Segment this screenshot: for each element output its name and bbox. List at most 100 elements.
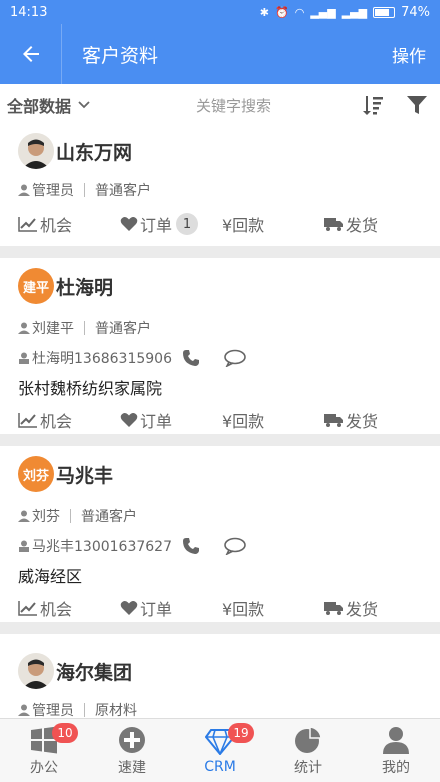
customer-name: 山东万网	[56, 141, 133, 164]
meta-divider	[84, 321, 85, 335]
phone-icon[interactable]	[182, 349, 200, 367]
customer-name: 海尔集团	[56, 661, 133, 684]
order-button[interactable]: 订单	[120, 408, 222, 432]
payment-label: ¥回款	[222, 600, 265, 619]
trend-chart-icon	[18, 601, 37, 616]
operations-button[interactable]: 操作	[392, 42, 426, 67]
order-button[interactable]: 订单	[120, 596, 222, 620]
tab-statistics[interactable]: 统计	[264, 719, 352, 782]
shipment-button[interactable]: 发货	[324, 596, 378, 620]
bottom-tab-bar: 办公 10 速建 CRM 19 统计 我的	[0, 718, 440, 782]
keyword-search-input[interactable]: 关键字搜索	[196, 95, 271, 116]
tab-statistics-label: 统计	[294, 759, 322, 776]
customer-address: 威海经区	[18, 567, 83, 586]
tab-quick-create-label: 速建	[118, 759, 146, 776]
tab-mine[interactable]: 我的	[352, 719, 440, 782]
data-scope-dropdown[interactable]: 全部数据	[0, 93, 190, 117]
customer-type: 普通客户	[81, 509, 137, 525]
arrow-left-icon	[22, 46, 39, 62]
battery-level: 74%	[401, 4, 430, 20]
order-label: 订单	[140, 600, 173, 619]
customer-card[interactable]: 山东万网 管理员 普通客户 机会 订单 1 ¥回款 发货	[0, 126, 440, 246]
data-scope-label: 全部数据	[7, 97, 72, 116]
customer-card[interactable]: 建平 杜海明 刘建平 普通客户 杜海明13686315906 张村魏桥纺织家属院…	[0, 258, 440, 434]
tab-quick-create[interactable]: 速建	[88, 719, 176, 782]
owner-name: 刘建平	[32, 321, 74, 337]
owner-name: 管理员	[32, 183, 74, 199]
meta-divider	[84, 183, 85, 197]
trend-chart-icon	[18, 217, 37, 232]
payment-button[interactable]: ¥回款	[222, 408, 324, 432]
avatar	[18, 653, 54, 689]
user-icon	[18, 322, 30, 334]
heart-icon	[120, 601, 138, 615]
payment-button[interactable]: ¥回款	[222, 212, 324, 236]
meta-divider	[70, 509, 71, 523]
customer-type: 普通客户	[95, 321, 151, 337]
battery-icon	[373, 6, 396, 18]
sort-icon	[363, 96, 383, 115]
tab-office-label: 办公	[30, 759, 58, 776]
payment-label: ¥回款	[222, 412, 265, 431]
opportunity-button[interactable]: 机会	[18, 596, 120, 620]
opportunity-label: 机会	[40, 216, 73, 235]
opportunity-label: 机会	[40, 412, 73, 431]
chat-bubble-icon[interactable]	[224, 537, 246, 555]
order-button[interactable]: 订单 1	[120, 212, 222, 236]
order-label: 订单	[140, 216, 173, 235]
opportunity-button[interactable]: 机会	[18, 408, 120, 432]
plus-circle-icon	[117, 725, 147, 755]
meta-divider	[84, 703, 85, 717]
customer-name: 杜海明	[56, 276, 114, 299]
alarm-icon: ⏰	[275, 5, 289, 19]
avatar: 建平	[18, 268, 54, 304]
truck-icon	[324, 602, 343, 615]
heart-icon	[120, 217, 138, 231]
tab-mine-label: 我的	[382, 759, 410, 776]
shipment-button[interactable]: 发货	[324, 212, 378, 236]
app-header: 客户资料 操作	[0, 24, 440, 84]
tab-office[interactable]: 办公 10	[0, 719, 88, 782]
truck-icon	[324, 414, 343, 427]
chevron-down-icon	[78, 101, 90, 109]
contact-icon	[19, 540, 29, 552]
person-icon	[381, 725, 411, 755]
status-time: 14:13	[10, 4, 48, 20]
shipment-label: 发货	[346, 412, 379, 431]
order-count-badge: 1	[176, 213, 199, 235]
filter-toolbar: 全部数据 关键字搜索	[0, 84, 440, 126]
owner-name: 刘芬	[32, 509, 60, 525]
user-icon	[18, 510, 30, 522]
user-icon	[18, 704, 30, 716]
contact-info: 杜海明13686315906	[32, 351, 172, 367]
opportunity-label: 机会	[40, 600, 73, 619]
trend-chart-icon	[18, 413, 37, 428]
sort-button[interactable]	[360, 92, 386, 118]
customer-card[interactable]: 刘芬 马兆丰 刘芬 普通客户 马兆丰13001637627 威海经区 机会 订单…	[0, 446, 440, 622]
customer-name: 马兆丰	[56, 464, 114, 487]
phone-icon[interactable]	[182, 537, 200, 555]
back-button[interactable]	[0, 24, 62, 84]
signal-2-icon: ▂▄▆	[341, 5, 368, 19]
contact-icon	[19, 352, 29, 364]
filter-button[interactable]	[404, 92, 430, 118]
chat-bubble-icon[interactable]	[224, 349, 246, 367]
tab-crm[interactable]: CRM 19	[176, 719, 264, 782]
shipment-button[interactable]: 发货	[324, 408, 378, 432]
bluetooth-icon: ✱	[259, 5, 269, 19]
customer-card[interactable]: 海尔集团 管理员 原材料	[0, 634, 440, 718]
pie-chart-icon	[293, 725, 323, 755]
filter-icon	[407, 96, 427, 114]
notification-badge: 10	[52, 723, 78, 743]
status-bar: 14:13 ✱ ⏰ ◠ ▂▄▆ ▂▄▆ 74%	[0, 0, 440, 24]
shipment-label: 发货	[346, 600, 379, 619]
payment-label: ¥回款	[222, 216, 265, 235]
avatar	[18, 133, 54, 169]
tab-crm-label: CRM	[204, 758, 236, 775]
opportunity-button[interactable]: 机会	[18, 212, 120, 236]
signal-icon: ▂▄▆	[310, 5, 336, 19]
customer-type: 普通客户	[95, 183, 151, 199]
payment-button[interactable]: ¥回款	[222, 596, 324, 620]
notification-badge: 19	[228, 723, 254, 743]
customer-address: 张村魏桥纺织家属院	[18, 379, 163, 398]
